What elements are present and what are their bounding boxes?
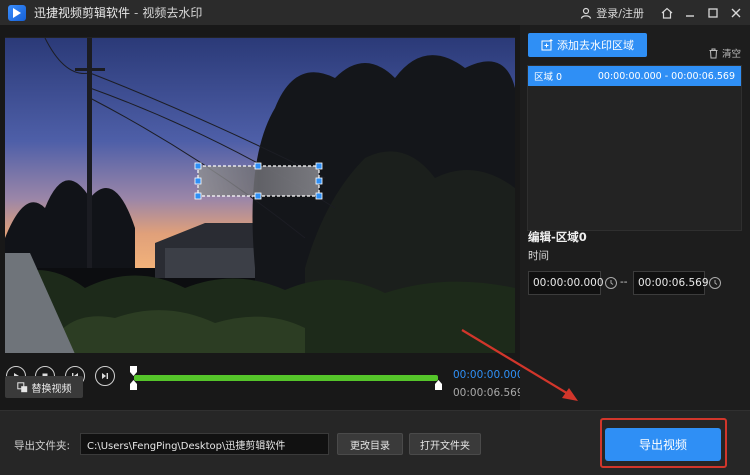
export-video-button[interactable]: 导出视频 (605, 428, 721, 461)
time-label: 时间 (528, 250, 549, 262)
export-path-field[interactable]: C:\Users\FengPing\Desktop\迅捷剪辑软件 (80, 433, 329, 455)
timeline[interactable] (129, 366, 443, 394)
start-time-field[interactable]: 00:00:00.000 (528, 271, 604, 295)
edit-region-title: 编辑-区域0 (528, 230, 587, 244)
app-logo-icon (8, 4, 26, 21)
maximize-icon (708, 7, 718, 18)
watermark-panel: 添加去水印区域 清空 区域 0 00:00:00.000 - 00:00:06.… (520, 25, 750, 410)
region-list: 区域 0 00:00:00.000 - 00:00:06.569 (527, 65, 742, 231)
timeline-end-handle[interactable] (434, 366, 443, 390)
next-frame-icon (102, 373, 108, 379)
region-name: 区域 0 (534, 72, 563, 83)
bottom-bar: 导出文件夹: C:\Users\FengPing\Desktop\迅捷剪辑软件 … (0, 410, 750, 475)
next-frame-button[interactable] (95, 366, 115, 386)
close-icon (731, 8, 741, 17)
add-area-icon (541, 39, 553, 51)
video-preview[interactable] (5, 37, 515, 353)
export-folder-label: 导出文件夹: (14, 440, 71, 452)
add-watermark-area-button[interactable]: 添加去水印区域 (528, 33, 647, 57)
replace-video-icon (16, 381, 27, 392)
add-area-label: 添加去水印区域 (557, 39, 634, 52)
video-panel: 00:00:00.000 00:00:06.569 替换视频 (0, 25, 524, 410)
home-button[interactable] (658, 4, 676, 22)
time-range-separator: -- (620, 276, 628, 288)
region-time-range: 00:00:00.000 - 00:00:06.569 (597, 70, 735, 82)
trash-icon (709, 48, 718, 58)
user-icon (581, 7, 592, 19)
open-folder-button[interactable]: 打开文件夹 (409, 433, 481, 455)
end-time-field[interactable]: 00:00:06.569 (633, 271, 709, 295)
timeline-start-handle[interactable] (129, 366, 138, 390)
clear-label: 清空 (722, 49, 742, 60)
video-frame (5, 38, 515, 353)
clear-button[interactable]: 清空 (708, 46, 741, 60)
timeline-track[interactable] (134, 375, 438, 381)
replace-video-label: 替换视频 (31, 383, 72, 395)
reset-end-time-icon[interactable] (708, 276, 722, 290)
title-bar-actions: 登录/注册 (580, 0, 750, 25)
minimize-button[interactable] (681, 4, 699, 22)
change-directory-button[interactable]: 更改目录 (337, 433, 403, 455)
app-title: 迅捷视频剪辑软件 (34, 6, 131, 20)
close-button[interactable] (727, 4, 745, 22)
reset-start-time-icon[interactable] (604, 276, 618, 290)
maximize-button[interactable] (704, 4, 722, 22)
home-icon (661, 7, 673, 19)
title-bar: 迅捷视频剪辑软件 - 视频去水印 登录/注册 (0, 0, 750, 25)
current-time: 00:00:00.000 (453, 369, 524, 381)
minimize-icon (686, 14, 694, 17)
title-separator: - (134, 5, 139, 20)
total-time: 00:00:06.569 (453, 387, 524, 399)
login-register-link[interactable]: 登录/注册 (596, 5, 644, 21)
replace-video-button[interactable]: 替换视频 (5, 376, 83, 398)
page-title: 视频去水印 (142, 6, 203, 20)
region-list-item[interactable]: 区域 0 00:00:00.000 - 00:00:06.569 (528, 66, 741, 86)
